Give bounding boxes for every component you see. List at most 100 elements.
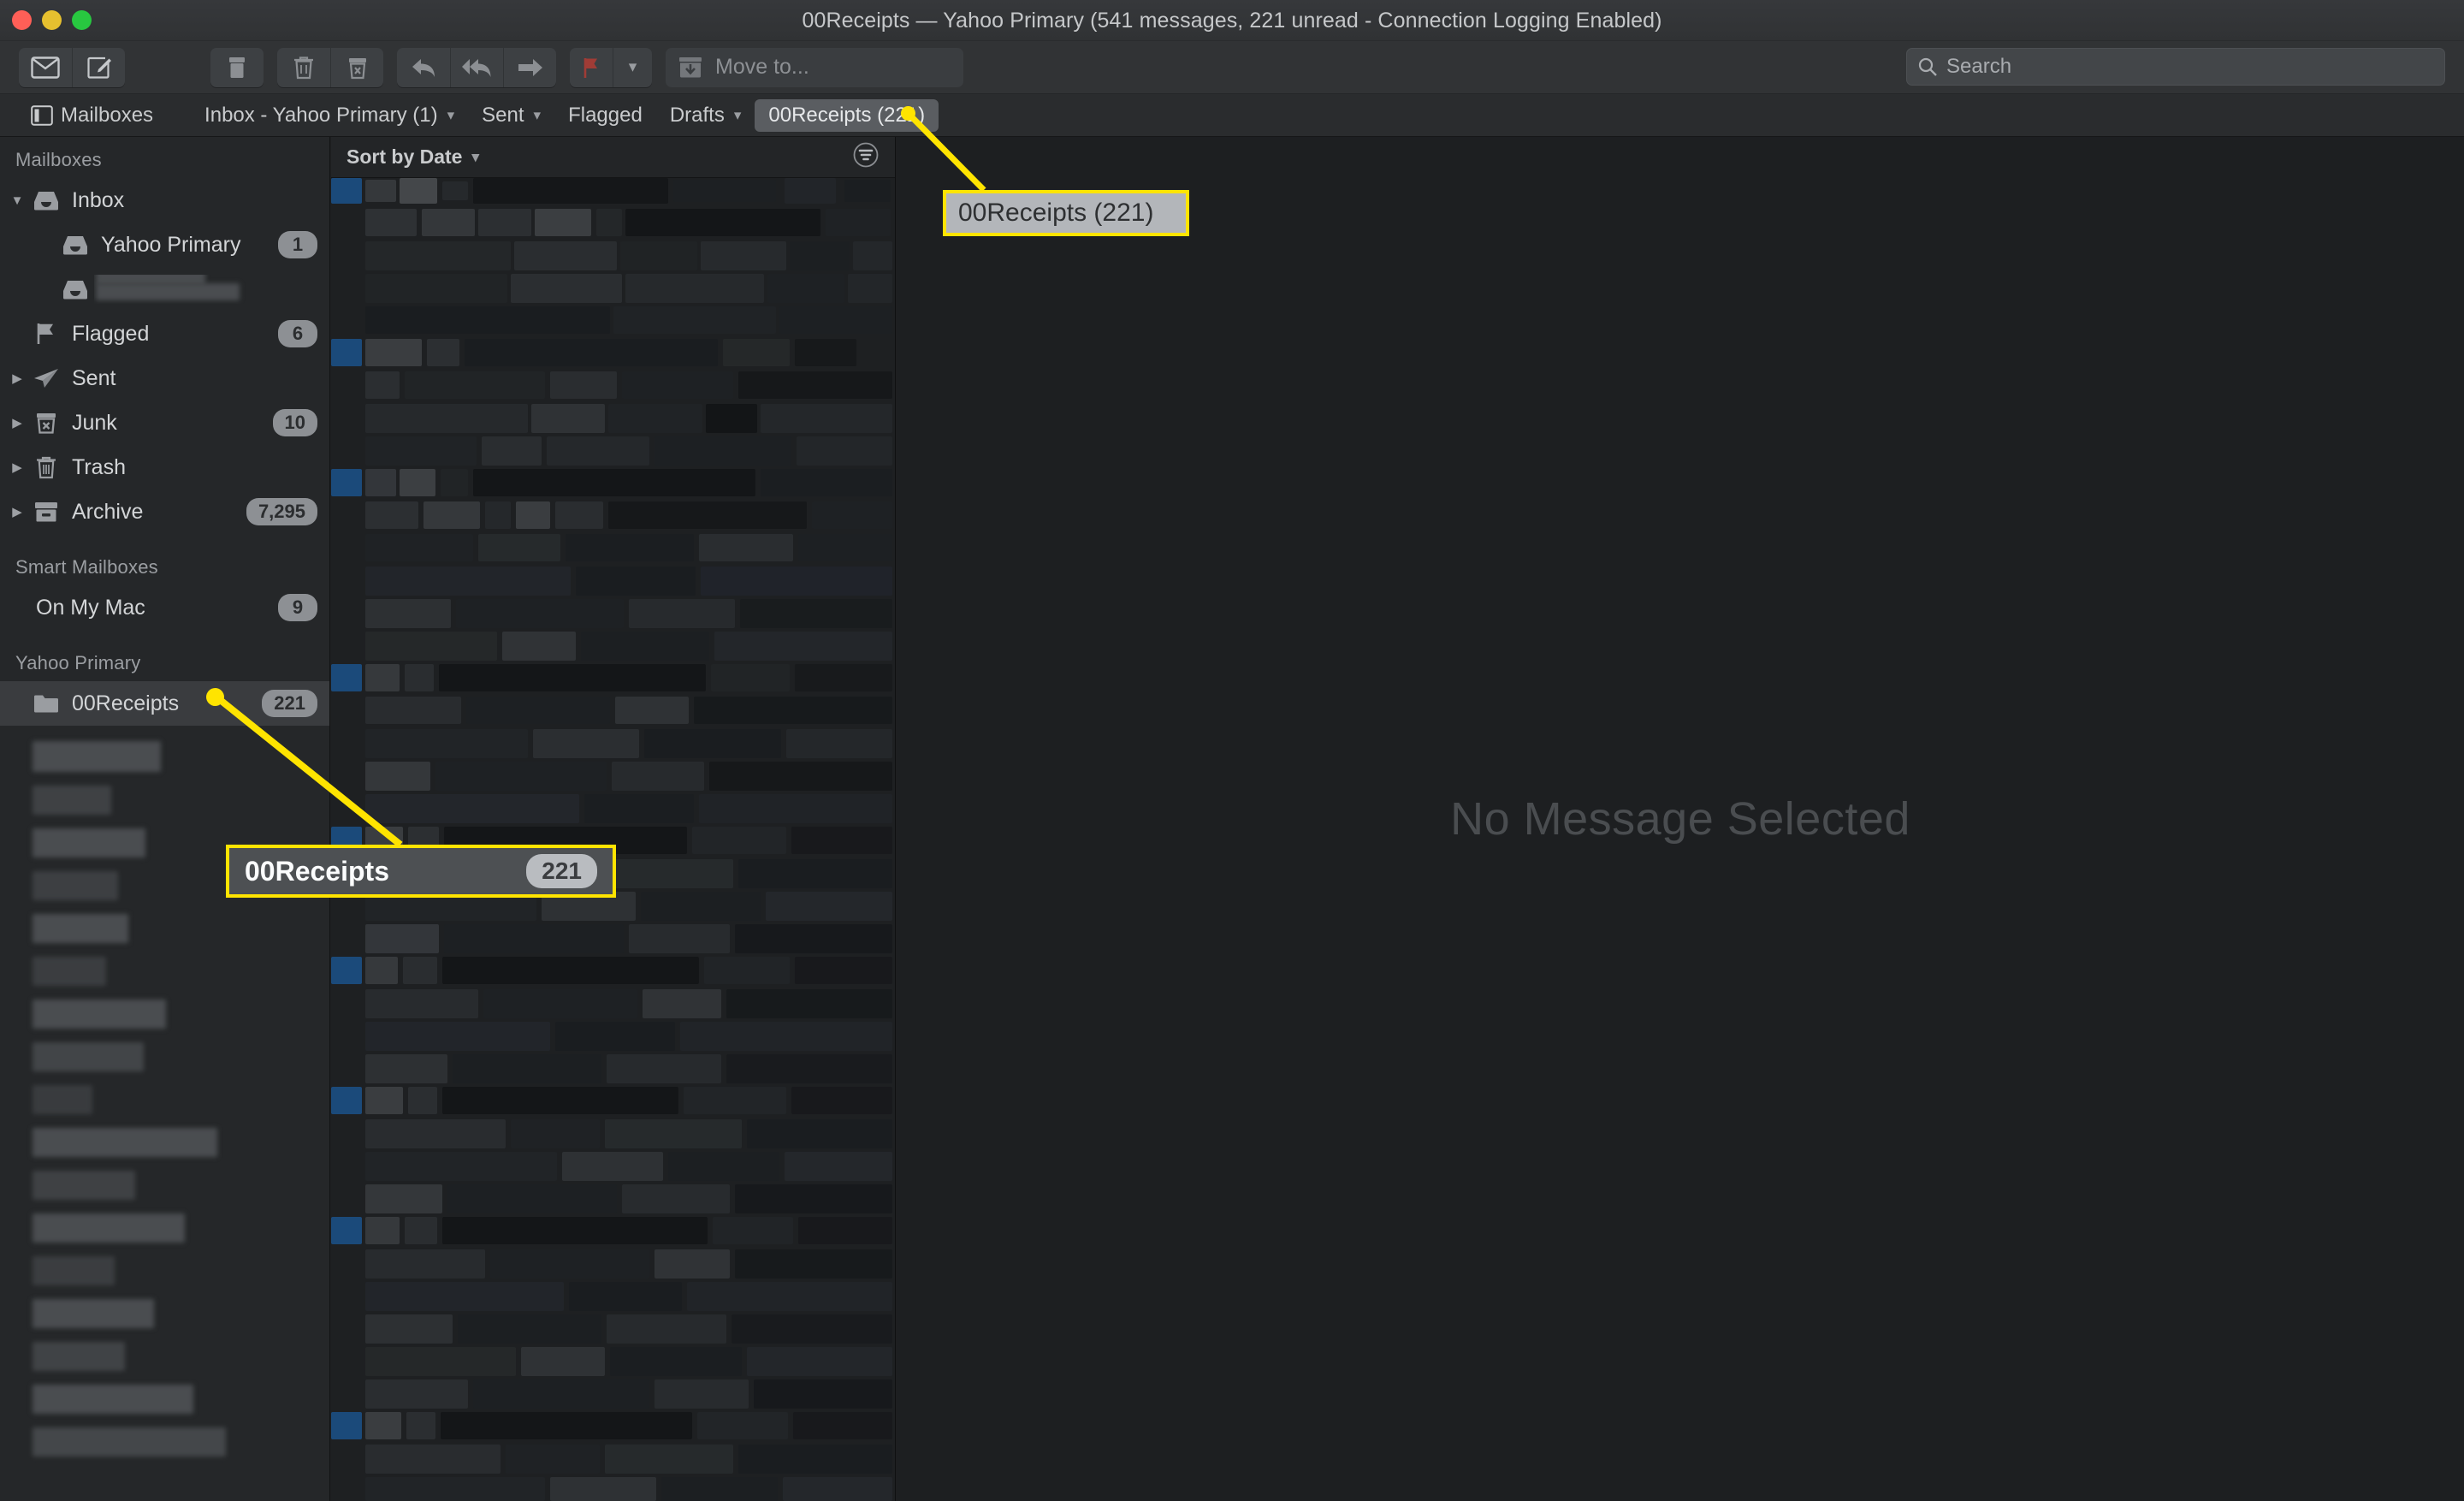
get-mail-button[interactable] (19, 48, 72, 87)
sidebar-item-label: Junk (72, 410, 117, 435)
callout-anchor-dot-sidebar (206, 688, 224, 706)
reply-all-button[interactable] (450, 47, 503, 87)
sidebar-item-redacted-account[interactable] (0, 267, 329, 311)
unread-badge: 1 (278, 231, 317, 258)
delete-group (277, 47, 383, 87)
get-mail-icon (31, 56, 60, 79)
sidebar-item-00receipts[interactable]: 00Receipts 221 (0, 681, 329, 726)
inbox-icon (27, 189, 65, 211)
chevron-down-icon: ▾ (447, 106, 455, 123)
sidebar-item-label: Inbox (72, 187, 125, 212)
unread-badge: 10 (272, 409, 317, 436)
fav-label: Inbox - Yahoo Primary (1) (204, 103, 438, 127)
reply-group (397, 47, 556, 87)
sidebar-section-yahoo-primary: Yahoo Primary (15, 652, 141, 673)
callout-tab-00receipts: 00Receipts (221) (943, 190, 1189, 236)
sent-icon (27, 366, 65, 390)
callout-sidebar-00receipts: 00Receipts 221 (226, 845, 616, 898)
sort-by-label: Sort by Date (346, 145, 463, 168)
favorites-bar: Mailboxes Inbox - Yahoo Primary (1) ▾ Se… (0, 94, 2464, 137)
forward-icon (518, 58, 542, 76)
redacted-message-rows[interactable] (331, 178, 895, 1501)
disclosure-closed-icon[interactable]: ▶ (7, 504, 27, 519)
forward-button[interactable] (503, 47, 556, 87)
sidebar-item-label: Trash (72, 454, 126, 479)
fav-label: Drafts (669, 103, 725, 127)
inbox-icon (56, 278, 94, 300)
sidebar-item-label: 00Receipts (72, 691, 180, 715)
fav-label: Sent (482, 103, 524, 127)
chevron-down-icon: ▾ (533, 106, 542, 123)
sidebar-item-label: Sent (72, 365, 116, 390)
reply-button[interactable] (397, 48, 450, 87)
archive-icon (27, 500, 65, 524)
unread-badge: 9 (278, 594, 317, 621)
flag-icon (27, 322, 65, 346)
reading-pane: No Message Selected (897, 137, 2464, 1501)
reply-icon (412, 58, 435, 77)
fav-flagged[interactable]: Flagged (554, 99, 656, 132)
message-list-pane[interactable]: Sort by Date ▾ (331, 137, 896, 1501)
folder-icon (27, 692, 65, 715)
sidebar-item-sent[interactable]: ▶ Sent (0, 356, 329, 400)
disclosure-closed-icon[interactable]: ▶ (7, 371, 27, 386)
search-field[interactable]: Search (1906, 48, 2445, 86)
delete-button[interactable] (277, 48, 330, 87)
toolbar: ▾ Move to... Search (0, 41, 2464, 94)
trash-icon (294, 56, 313, 79)
search-placeholder: Search (1946, 55, 2012, 78)
flag-dropdown-button[interactable]: ▾ (613, 47, 652, 87)
fav-sent[interactable]: Sent ▾ (468, 99, 554, 132)
trash-icon (27, 454, 65, 480)
filter-icon (853, 142, 879, 168)
sidebar-item-inbox[interactable]: ▼ Inbox (0, 178, 329, 222)
chevron-down-icon: ▾ (471, 148, 480, 165)
callout-sidebar-label: 00Receipts (245, 855, 389, 887)
sidebar-item-junk[interactable]: ▶ Junk 10 (0, 400, 329, 445)
search-icon (1918, 57, 1937, 76)
unread-badge: 7,295 (246, 498, 317, 525)
fav-drafts[interactable]: Drafts ▾ (656, 99, 755, 132)
callout-tab-text: 00Receipts (221) (958, 199, 1154, 227)
sidebar-item-label: Flagged (72, 321, 150, 346)
inbox-icon (56, 234, 94, 256)
disclosure-closed-icon[interactable]: ▶ (7, 460, 27, 475)
filter-button[interactable] (852, 141, 880, 173)
fav-inbox-yahoo-primary[interactable]: Inbox - Yahoo Primary (1) ▾ (191, 99, 468, 132)
redacted-label (94, 275, 317, 304)
mailbox-sidebar[interactable]: Mailboxes ▼ Inbox Yahoo Primary 1 Flagge… (0, 137, 330, 1501)
mail-actions-group (19, 47, 125, 87)
sidebar-section-mailboxes: Mailboxes (15, 149, 102, 170)
compose-icon (86, 56, 111, 79)
disclosure-closed-icon[interactable]: ▶ (7, 415, 27, 430)
sidebar-item-trash[interactable]: ▶ Trash (0, 445, 329, 489)
callout-anchor-dot-tab (901, 106, 915, 121)
archive-group (210, 47, 264, 87)
flag-button[interactable] (570, 48, 613, 87)
move-to-label: Move to... (715, 55, 809, 79)
chevron-down-icon: ▾ (733, 106, 742, 123)
sidebar-item-on-my-mac[interactable]: On My Mac 9 (0, 585, 329, 630)
unread-badge: 6 (278, 320, 317, 347)
archive-button[interactable] (210, 48, 264, 87)
mail-window: 00Receipts — Yahoo Primary (541 messages… (0, 0, 2464, 1501)
sort-by-button[interactable]: Sort by Date ▾ (346, 145, 479, 169)
no-message-selected-label: No Message Selected (1450, 793, 1910, 845)
flag-group: ▾ (570, 47, 652, 87)
sidebar-section-smart-mailboxes: Smart Mailboxes (15, 556, 158, 578)
sidebar-icon (31, 104, 53, 126)
window-title: 00Receipts — Yahoo Primary (541 messages… (802, 9, 1662, 33)
unread-badge: 221 (262, 690, 317, 717)
sidebar-item-archive[interactable]: ▶ Archive 7,295 (0, 489, 329, 534)
sidebar-item-flagged[interactable]: Flagged 6 (0, 311, 329, 356)
junk-button[interactable] (330, 47, 383, 87)
sidebar-item-label: Yahoo Primary (101, 232, 241, 257)
junk-icon (348, 57, 366, 79)
move-to-button[interactable]: Move to... (666, 47, 963, 87)
mailboxes-toggle[interactable]: Mailboxes (17, 99, 167, 132)
junk-icon (27, 411, 65, 435)
compose-button[interactable] (72, 47, 125, 87)
move-to-icon (679, 56, 702, 77)
disclosure-open-icon[interactable]: ▼ (7, 193, 27, 208)
sidebar-item-yahoo-primary[interactable]: Yahoo Primary 1 (0, 222, 329, 267)
